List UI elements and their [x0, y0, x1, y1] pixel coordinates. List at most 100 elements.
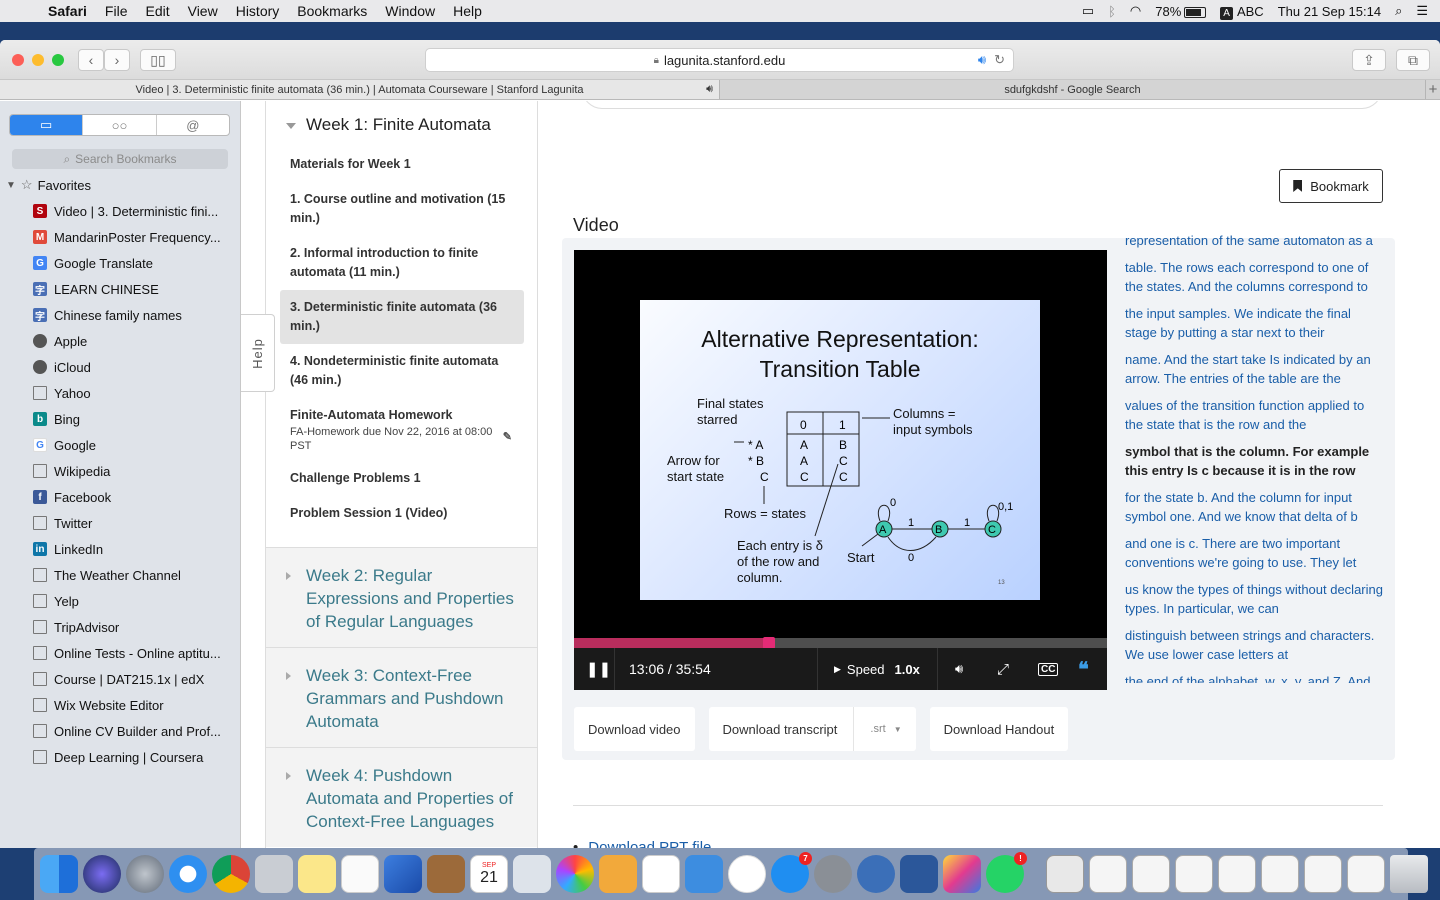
download-video-button[interactable]: Download video	[574, 707, 695, 751]
document-thumbnail-icon[interactable]	[1261, 855, 1299, 893]
forward-button[interactable]: ›	[104, 49, 130, 71]
document-thumbnail-icon[interactable]	[1304, 855, 1342, 893]
document-thumbnail-icon[interactable]	[1089, 855, 1127, 893]
notes-icon[interactable]	[298, 855, 336, 893]
finder-icon[interactable]	[40, 855, 78, 893]
keynote-icon[interactable]	[685, 855, 723, 893]
bookmark-item[interactable]: Yahoo	[0, 380, 240, 406]
word-icon[interactable]	[900, 855, 938, 893]
mysql-workbench-icon[interactable]	[857, 855, 895, 893]
siri-icon[interactable]	[83, 855, 121, 893]
numbers-icon[interactable]	[642, 855, 680, 893]
transcript-line[interactable]: symbol that is the column. For example t…	[1125, 442, 1383, 480]
transcript-line[interactable]: representation of the same automaton as …	[1125, 231, 1383, 250]
back-button[interactable]: ‹	[78, 49, 104, 71]
preview-icon[interactable]	[255, 855, 293, 893]
bookmark-button[interactable]: Bookmark	[1279, 169, 1383, 203]
sequence-item[interactable]: 1. Course outline and motivation (15 min…	[280, 182, 524, 236]
bookmark-item[interactable]: Twitter	[0, 510, 240, 536]
xcode-icon[interactable]	[384, 855, 422, 893]
menu-history[interactable]: History	[227, 3, 289, 19]
week-1-header[interactable]: Week 1: Finite Automata	[266, 101, 537, 147]
bookmark-item[interactable]: b Bing	[0, 406, 240, 432]
download-ppt-link[interactable]: Download PPT file	[573, 839, 711, 848]
bookmark-item[interactable]: 字 Chinese family names	[0, 302, 240, 328]
shared-links-tab-icon[interactable]: @	[157, 115, 229, 135]
calendar-icon[interactable]: SEP 21	[470, 855, 508, 893]
transcript-format-select[interactable]: .srt ▼	[853, 707, 902, 751]
tab-google-search[interactable]: sdufgkdshf - Google Search	[720, 80, 1426, 99]
sequence-item[interactable]: 4. Nondeterministic finite automata (46 …	[280, 344, 524, 398]
tab-active[interactable]: Video | 3. Deterministic finite automata…	[0, 80, 720, 99]
bookmark-item[interactable]: Online CV Builder and Prof...	[0, 718, 240, 744]
bookmark-item[interactable]: Online Tests - Online aptitu...	[0, 640, 240, 666]
download-handout-button[interactable]: Download Handout	[929, 707, 1069, 751]
reload-icon[interactable]: ↻	[994, 52, 1005, 68]
download-transcript-button[interactable]: Download transcript .srt ▼	[708, 707, 916, 751]
transcript-line[interactable]: for the state b. And the column for inpu…	[1125, 488, 1383, 526]
battery-status[interactable]: 78%	[1155, 4, 1207, 19]
transcript-line[interactable]: the end of the alphabet, w, x, y, and Z.…	[1125, 672, 1383, 683]
pages-icon[interactable]	[599, 855, 637, 893]
bookmark-item[interactable]: S Video | 3. Deterministic fini...	[0, 198, 240, 224]
transcript-panel[interactable]: representation of the same automaton as …	[1125, 231, 1383, 683]
contacts-icon[interactable]	[427, 855, 465, 893]
clock[interactable]: Thu 21 Sep 15:14	[1278, 4, 1381, 19]
launchpad-icon[interactable]	[126, 855, 164, 893]
menu-edit[interactable]: Edit	[136, 3, 178, 19]
bookmark-item[interactable]: M MandarinPoster Frequency...	[0, 224, 240, 250]
app-store-icon[interactable]: 7	[771, 852, 812, 893]
bookmark-item[interactable]: iCloud	[0, 354, 240, 380]
favorites-folder[interactable]: ▼ ☆ Favorites	[6, 177, 91, 193]
menu-app-name[interactable]: Safari	[44, 3, 96, 19]
menu-bookmarks[interactable]: Bookmarks	[288, 3, 376, 19]
bookmark-item[interactable]: Course | DAT215.1x | edX	[0, 666, 240, 692]
bookmark-item[interactable]: Apple	[0, 328, 240, 354]
airplay-icon[interactable]: ▭	[1082, 3, 1094, 19]
bookmark-item[interactable]: Wikipedia	[0, 458, 240, 484]
video-player[interactable]: Alternative Representation: Transition T…	[574, 250, 1107, 690]
menu-help[interactable]: Help	[444, 3, 491, 19]
tab-overview-button[interactable]: ⧉	[1396, 49, 1430, 71]
bookmark-item[interactable]: 字 LEARN CHINESE	[0, 276, 240, 302]
minimize-window-button[interactable]	[32, 54, 44, 66]
speed-control[interactable]: ▶ Speed 1.0x	[834, 648, 920, 690]
bookmark-item[interactable]: TripAdvisor	[0, 614, 240, 640]
safari-icon[interactable]	[169, 855, 207, 893]
maps-icon[interactable]	[513, 855, 551, 893]
fullscreen-icon[interactable]: ⤢	[997, 648, 1009, 690]
downloads-stack-icon[interactable]	[1046, 855, 1084, 893]
week-section-collapsed[interactable]: Week 4: Pushdown Automata and Properties…	[266, 747, 537, 847]
transcript-line[interactable]: values of the transition function applie…	[1125, 396, 1383, 434]
wifi-icon[interactable]: ◠	[1130, 3, 1141, 19]
bookmarks-tab-icon[interactable]: ▭	[10, 115, 83, 135]
bookmark-item[interactable]: Deep Learning | Coursera	[0, 744, 240, 770]
search-bookmarks-input[interactable]: ⌕ Search Bookmarks	[12, 149, 228, 169]
tab-audio-icon[interactable]: 🔊︎	[706, 83, 713, 96]
menu-window[interactable]: Window	[376, 3, 444, 19]
close-window-button[interactable]	[12, 54, 24, 66]
transcript-line[interactable]: distinguish between strings and characte…	[1125, 626, 1383, 664]
input-source[interactable]: A ABC	[1220, 4, 1264, 20]
reminders-icon[interactable]	[341, 855, 379, 893]
transcript-line[interactable]: and one is c. There are two important co…	[1125, 534, 1383, 572]
bookmark-item[interactable]: f Facebook	[0, 484, 240, 510]
system-preferences-icon[interactable]	[814, 855, 852, 893]
transcript-toggle-icon[interactable]: ❝	[1078, 648, 1089, 690]
document-thumbnail-icon[interactable]	[1132, 855, 1170, 893]
transcript-line[interactable]: us know the types of things without decl…	[1125, 580, 1383, 618]
sidebar-toggle-button[interactable]: ▯▯	[140, 49, 176, 71]
bookmark-item[interactable]: G Google	[0, 432, 240, 458]
spotlight-icon[interactable]: ⌕	[1395, 3, 1402, 19]
zoom-window-button[interactable]	[52, 54, 64, 66]
bookmark-item[interactable]: Yelp	[0, 588, 240, 614]
share-button[interactable]: ⇪	[1352, 49, 1386, 71]
menu-view[interactable]: View	[179, 3, 227, 19]
whatsapp-icon[interactable]: !	[986, 852, 1027, 893]
help-tab[interactable]: Help	[241, 314, 275, 392]
reading-list-tab-icon[interactable]: ○○	[82, 115, 157, 135]
video-progress-bar[interactable]	[574, 637, 1107, 649]
bookmark-item[interactable]: The Weather Channel	[0, 562, 240, 588]
sequence-item[interactable]: Finite-Automata Homework FA-Homework due …	[280, 398, 524, 461]
audio-playing-icon[interactable]: 🔊︎	[978, 52, 986, 68]
